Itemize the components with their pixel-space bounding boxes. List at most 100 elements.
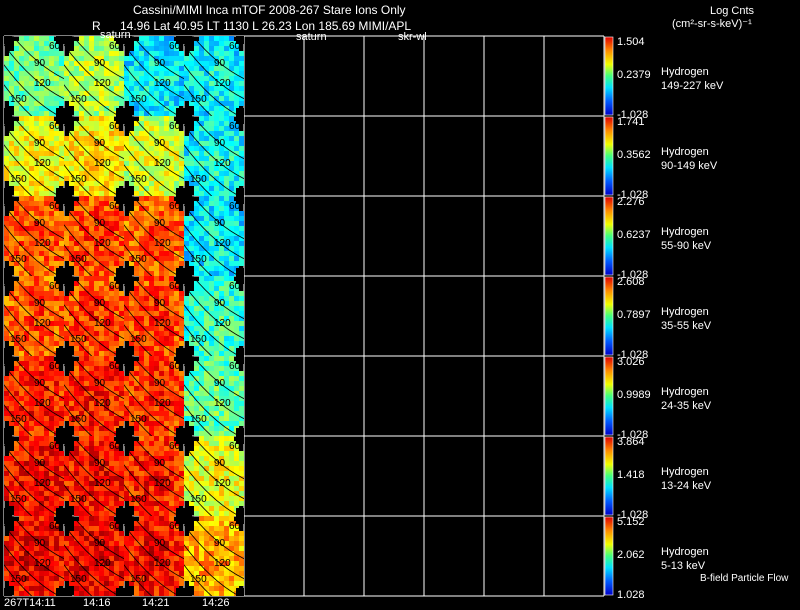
image-pixel	[234, 101, 239, 106]
image-pixel	[29, 201, 34, 206]
image-pixel	[19, 206, 24, 211]
image-pixel	[24, 286, 29, 291]
image-pixel	[4, 316, 9, 321]
image-pixel	[149, 261, 154, 266]
image-pixel	[14, 326, 19, 331]
image-pixel	[14, 66, 19, 71]
cell-corner-mask	[64, 588, 72, 596]
image-pixel	[119, 91, 124, 96]
image-pixel	[144, 71, 149, 76]
image-pixel	[79, 76, 84, 81]
image-pixel	[214, 251, 219, 256]
cell-corner-mask	[64, 436, 72, 444]
image-pixel	[204, 231, 209, 236]
image-pixel	[219, 211, 224, 216]
image-pixel	[129, 541, 134, 546]
image-pixel	[114, 306, 119, 311]
image-pixel	[194, 111, 199, 116]
image-pixel	[29, 501, 34, 506]
image-pixel	[44, 261, 49, 266]
image-pixel	[139, 366, 144, 371]
image-pixel	[49, 461, 54, 466]
image-pixel	[144, 371, 149, 376]
image-pixel	[114, 381, 119, 386]
image-pixel	[149, 266, 154, 271]
image-pixel	[19, 376, 24, 381]
image-pixel	[209, 191, 214, 196]
image-pixel	[89, 591, 94, 596]
image-pixel	[149, 106, 154, 111]
image-pixel	[84, 41, 89, 46]
image-pixel	[79, 186, 84, 191]
image-pixel	[204, 51, 209, 56]
image-pixel	[134, 471, 139, 476]
image-pixel	[174, 81, 179, 86]
image-pixel	[184, 171, 189, 176]
image-pixel	[9, 241, 14, 246]
image-pixel	[174, 161, 179, 166]
image-pixel	[199, 36, 204, 41]
image-pixel	[24, 166, 29, 171]
image-pixel	[144, 206, 149, 211]
image-pixel	[239, 86, 244, 91]
image-pixel	[19, 146, 24, 151]
contour-label: 120	[154, 478, 171, 489]
image-pixel	[89, 276, 94, 281]
image-pixel	[209, 426, 214, 431]
image-pixel	[129, 406, 134, 411]
image-pixel	[119, 421, 124, 426]
image-pixel	[14, 366, 19, 371]
image-pixel	[24, 566, 29, 571]
image-pixel	[39, 371, 44, 376]
image-pixel	[64, 561, 69, 566]
image-pixel	[154, 531, 159, 536]
image-pixel	[129, 566, 134, 571]
image-pixel	[84, 191, 89, 196]
image-pixel	[9, 566, 14, 571]
image-pixel	[129, 141, 134, 146]
image-pixel	[214, 446, 219, 451]
image-pixel	[154, 361, 159, 366]
image-pixel	[199, 316, 204, 321]
image-pixel	[149, 271, 154, 276]
image-pixel	[119, 411, 124, 416]
image-pixel	[194, 481, 199, 486]
image-pixel	[109, 176, 114, 181]
image-pixel	[194, 431, 199, 436]
image-pixel	[204, 66, 209, 71]
image-pixel	[19, 191, 24, 196]
cell-corner-mask	[184, 436, 192, 444]
image-pixel	[74, 526, 79, 531]
image-pixel	[149, 491, 154, 496]
image-pixel	[4, 321, 9, 326]
image-pixel	[19, 386, 24, 391]
image-pixel	[69, 321, 74, 326]
image-pixel	[174, 321, 179, 326]
image-pixel	[89, 291, 94, 296]
image-pixel	[194, 306, 199, 311]
image-pixel	[104, 341, 109, 346]
image-pixel	[84, 531, 89, 536]
image-pixel	[14, 141, 19, 146]
image-pixel	[64, 536, 69, 541]
image-pixel	[24, 371, 29, 376]
image-pixel	[204, 281, 209, 286]
image-pixel	[54, 576, 59, 581]
image-pixel	[4, 221, 9, 226]
image-pixel	[89, 131, 94, 136]
image-pixel	[194, 286, 199, 291]
image-pixel	[204, 381, 209, 386]
image-pixel	[129, 61, 134, 66]
image-pixel	[74, 166, 79, 171]
image-pixel	[19, 356, 24, 361]
image-pixel	[114, 141, 119, 146]
image-pixel	[54, 501, 59, 506]
image-pixel	[214, 411, 219, 416]
image-pixel	[9, 146, 14, 151]
image-pixel	[89, 331, 94, 336]
image-pixel	[119, 61, 124, 66]
image-pixel	[234, 456, 239, 461]
image-pixel	[74, 486, 79, 491]
image-pixel	[234, 161, 239, 166]
image-pixel	[4, 336, 9, 341]
